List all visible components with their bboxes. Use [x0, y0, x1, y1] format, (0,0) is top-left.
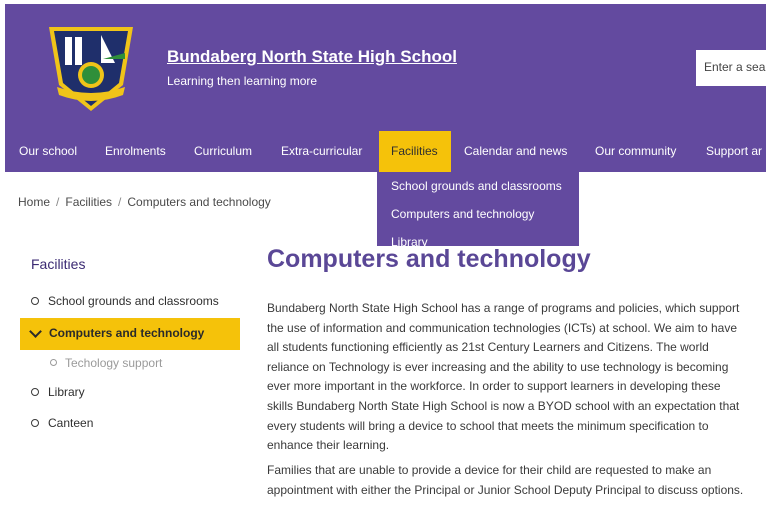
- circle-bullet-icon: [31, 387, 39, 396]
- breadcrumb-separator: /: [56, 195, 60, 209]
- breadcrumb-facilities[interactable]: Facilities: [65, 195, 112, 209]
- sidebar-item-library[interactable]: Library: [31, 385, 85, 399]
- circle-bullet-icon: [50, 359, 57, 367]
- sidebar-item-canteen[interactable]: Canteen: [31, 416, 93, 430]
- body-paragraph: Families that are unable to provide a de…: [267, 463, 744, 497]
- search-input[interactable]: Enter a sea: [696, 50, 766, 86]
- main-navigation: Our school Enrolments Curriculum Extra-c…: [5, 131, 766, 172]
- chevron-down-icon: [29, 325, 42, 338]
- breadcrumb-current: Computers and technology: [127, 195, 271, 209]
- nav-enrolments[interactable]: Enrolments: [105, 131, 166, 172]
- page-title: Computers and technology: [267, 245, 591, 273]
- circle-bullet-icon: [31, 296, 39, 305]
- breadcrumb: Home / Facilities / Computers and technology: [18, 195, 271, 209]
- sidebar-item-label: Techology support: [65, 356, 163, 370]
- sidebar-title[interactable]: Facilities: [31, 256, 85, 272]
- dropdown-item-school-grounds[interactable]: School grounds and classrooms: [391, 179, 562, 193]
- nav-our-school[interactable]: Our school: [19, 131, 77, 172]
- nav-support[interactable]: Support ar: [706, 131, 762, 172]
- sidebar-item-computers-technology[interactable]: Computers and technology: [20, 318, 240, 350]
- sidebar-subitem-techology-support[interactable]: Techology support: [50, 356, 162, 370]
- sidebar-item-label: Canteen: [48, 416, 94, 430]
- nav-calendar-and-news[interactable]: Calendar and news: [464, 131, 567, 172]
- site-title-link[interactable]: Bundaberg North State High School: [167, 47, 457, 67]
- school-logo[interactable]: [43, 19, 139, 115]
- facilities-dropdown-menu: School grounds and classrooms Computers …: [377, 172, 579, 246]
- nav-our-community[interactable]: Our community: [595, 131, 676, 172]
- nav-facilities[interactable]: Facilities: [379, 131, 451, 172]
- breadcrumb-separator: /: [118, 195, 122, 209]
- dropdown-item-computers-technology[interactable]: Computers and technology: [391, 207, 534, 221]
- sidebar-item-label: Computers and technology: [49, 326, 205, 340]
- breadcrumb-home[interactable]: Home: [18, 195, 50, 209]
- nav-curriculum[interactable]: Curriculum: [194, 131, 252, 172]
- body-paragraph: Bundaberg North State High School has a …: [267, 301, 740, 453]
- sidebar-item-school-grounds[interactable]: School grounds and classrooms: [31, 294, 219, 308]
- site-tagline: Learning then learning more: [167, 74, 318, 88]
- circle-bullet-icon: [31, 418, 39, 427]
- nav-extra-curricular[interactable]: Extra-curricular: [281, 131, 362, 172]
- sidebar-item-label: School grounds and classrooms: [48, 294, 219, 308]
- sidebar-item-label: Library: [48, 385, 85, 399]
